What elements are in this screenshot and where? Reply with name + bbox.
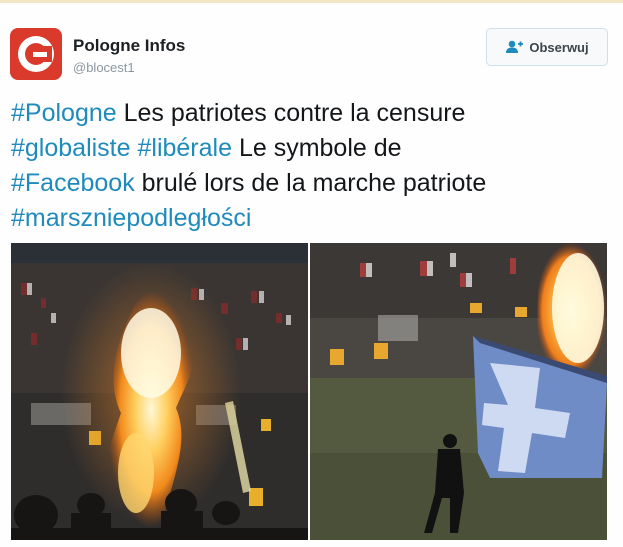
follow-button[interactable]: Obserwuj <box>486 28 608 66</box>
hashtag-link[interactable]: #Facebook <box>11 169 135 197</box>
tweet-header: Pologne Infos @blocest1 Obserwuj <box>10 28 613 84</box>
hashtag-link[interactable]: #libérale <box>137 134 232 162</box>
username-handle[interactable]: @blocest1 <box>73 60 135 75</box>
add-user-icon <box>505 40 524 54</box>
tweet-line: #Pologne Les patriotes contre la censure <box>11 96 611 131</box>
top-edge-strip <box>0 0 623 3</box>
hashtag-link[interactable]: #globaliste <box>11 134 131 162</box>
display-name[interactable]: Pologne Infos <box>73 36 185 56</box>
follow-button-label: Obserwuj <box>529 39 589 55</box>
hashtag-link[interactable]: #marszniepodległości <box>11 204 251 232</box>
logo-bar <box>33 52 47 57</box>
tweet-line: #Facebook brulé lors de la marche patrio… <box>11 166 611 201</box>
tweet-text-segment: brulé lors de la marche patriote <box>134 169 487 197</box>
tweet-text-segment: Les patriotes contre la censure <box>116 99 466 127</box>
photo-grid <box>11 243 607 540</box>
tweet-line: #marszniepodległości <box>11 201 611 236</box>
photo-right[interactable] <box>310 243 607 540</box>
avatar[interactable] <box>10 28 62 80</box>
tweet-line: #globaliste #libérale Le symbole de <box>11 131 611 166</box>
tweet-text: #Pologne Les patriotes contre la censure… <box>11 96 611 236</box>
photo-left[interactable] <box>11 243 308 540</box>
tweet-text-segment: Le symbole de <box>232 134 402 162</box>
hashtag-link[interactable]: #Pologne <box>11 99 117 127</box>
